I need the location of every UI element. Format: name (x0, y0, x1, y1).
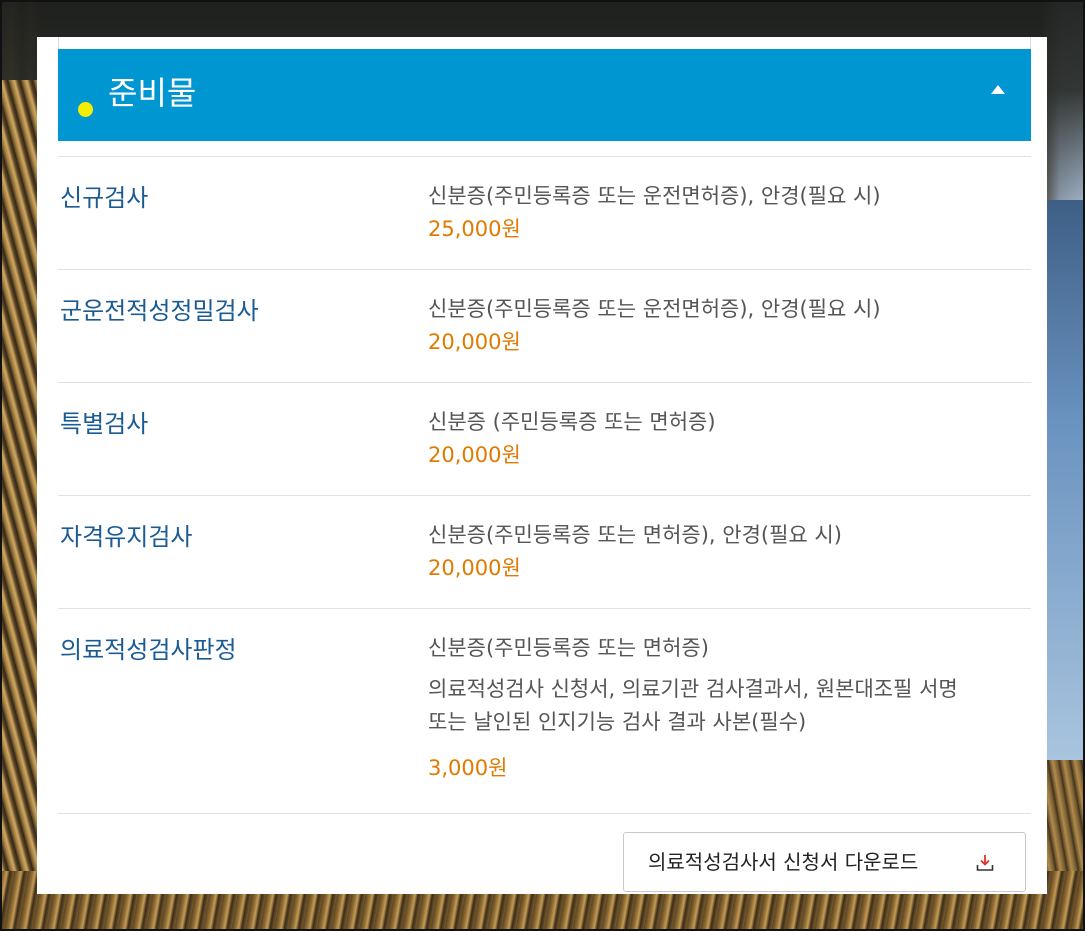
bullet-dot-icon (78, 102, 93, 117)
row-title: 자격유지검사 (60, 523, 193, 551)
triangle-up-icon[interactable] (991, 85, 1005, 94)
section-header[interactable]: 준비물 (58, 49, 1031, 141)
row-requirement: 신분증 (주민등록증 또는 면허증) (428, 410, 716, 434)
preparation-panel: 준비물 신규검사 신분증(주민등록증 또는 운전면허증), 안경(필요 시) 2… (37, 37, 1047, 894)
row-detail: 신분증(주민등록증 또는 면허증), 안경(필요 시) 20,000원 (428, 520, 1028, 583)
row-requirement: 신분증(주민등록증 또는 면허증) (428, 636, 709, 660)
requirements-list: 신규검사 신분증(주민등록증 또는 운전면허증), 안경(필요 시) 25,00… (58, 156, 1031, 814)
row-title: 의료적성검사판정 (60, 636, 237, 664)
list-item: 의료적성검사판정 신분증(주민등록증 또는 면허증) 의료적성검사 신청서, 의… (58, 609, 1031, 814)
row-price: 25,000원 (428, 217, 521, 241)
list-item: 자격유지검사 신분증(주민등록증 또는 면허증), 안경(필요 시) 20,00… (58, 496, 1031, 609)
list-item: 군운전적성정밀검사 신분증(주민등록증 또는 운전면허증), 안경(필요 시) … (58, 270, 1031, 383)
list-item: 특별검사 신분증 (주민등록증 또는 면허증) 20,000원 (58, 383, 1031, 496)
row-title: 군운전적성정밀검사 (60, 297, 259, 325)
row-price: 20,000원 (428, 330, 521, 354)
row-detail: 신분증 (주민등록증 또는 면허증) 20,000원 (428, 407, 1028, 470)
download-button-label: 의료적성검사서 신청서 다운로드 (648, 850, 919, 874)
download-application-button[interactable]: 의료적성검사서 신청서 다운로드 (623, 832, 1026, 892)
list-item: 신규검사 신분증(주민등록증 또는 운전면허증), 안경(필요 시) 25,00… (58, 157, 1031, 270)
row-price: 3,000원 (428, 756, 508, 780)
row-requirement: 신분증(주민등록증 또는 운전면허증), 안경(필요 시) (428, 184, 881, 208)
row-title: 신규검사 (60, 184, 149, 212)
panel-top-border (58, 37, 1031, 49)
row-price: 20,000원 (428, 443, 521, 467)
section-title: 준비물 (108, 74, 197, 112)
row-detail: 신분증(주민등록증 또는 면허증) 의료적성검사 신청서, 의료기관 검사결과서… (428, 633, 1028, 783)
row-price: 20,000원 (428, 556, 521, 580)
background-grass-left (0, 80, 40, 931)
row-requirement-extra: 의료적성검사 신청서, 의료기관 검사결과서, 원본대조필 서명 또는 날인된 … (428, 673, 1028, 739)
download-icon (976, 855, 994, 871)
row-requirement-extra-line: 또는 날인된 인지기능 검사 결과 사본(필수) (428, 710, 807, 734)
row-title: 특별검사 (60, 410, 149, 438)
background-sky (1045, 200, 1085, 760)
row-detail: 신분증(주민등록증 또는 운전면허증), 안경(필요 시) 20,000원 (428, 294, 1028, 357)
row-detail: 신분증(주민등록증 또는 운전면허증), 안경(필요 시) 25,000원 (428, 181, 1028, 244)
row-requirement: 신분증(주민등록증 또는 운전면허증), 안경(필요 시) (428, 297, 881, 321)
row-requirement: 신분증(주민등록증 또는 면허증), 안경(필요 시) (428, 523, 842, 547)
row-requirement-extra-line: 의료적성검사 신청서, 의료기관 검사결과서, 원본대조필 서명 (428, 677, 958, 701)
